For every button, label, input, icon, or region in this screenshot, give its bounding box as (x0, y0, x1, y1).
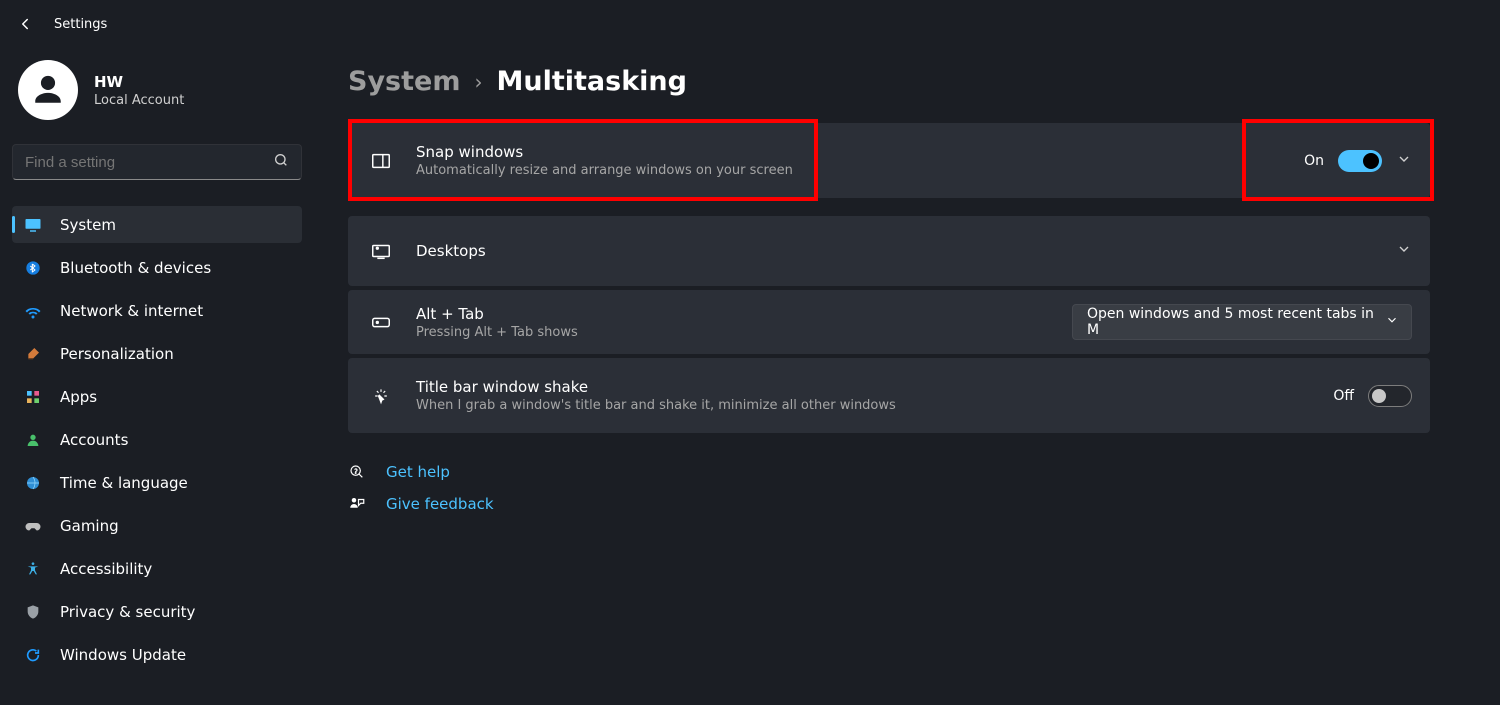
toggle-label: Off (1333, 388, 1354, 404)
user-name: HW (94, 73, 184, 91)
sidebar-item-label: Network & internet (60, 302, 203, 320)
sidebar-item-apps[interactable]: Apps (12, 378, 302, 415)
sidebar-item-label: Time & language (60, 474, 188, 492)
setting-subtitle: When I grab a window's title bar and sha… (416, 398, 1333, 413)
user-block[interactable]: HW Local Account (12, 56, 306, 138)
shake-icon (366, 386, 396, 406)
alt-tab-dropdown[interactable]: Open windows and 5 most recent tabs in M (1072, 304, 1412, 340)
bluetooth-icon (24, 259, 42, 277)
shield-icon (24, 603, 42, 621)
brush-icon (24, 345, 42, 363)
breadcrumb: System › Multitasking (348, 66, 1430, 97)
update-icon (24, 646, 42, 664)
chevron-down-icon[interactable] (1396, 151, 1412, 171)
sidebar-item-label: Personalization (60, 345, 174, 363)
sidebar-item-bluetooth[interactable]: Bluetooth & devices (12, 249, 302, 286)
search-icon (273, 152, 289, 172)
give-feedback-link[interactable]: Give feedback (348, 495, 1430, 513)
setting-title: Desktops (416, 236, 1396, 266)
avatar (18, 60, 78, 120)
setting-title: Alt + Tab (416, 305, 1072, 323)
get-help-link[interactable]: Get help (348, 463, 1430, 481)
feedback-icon (348, 495, 366, 513)
sidebar-item-network[interactable]: Network & internet (12, 292, 302, 329)
title-bar-shake-toggle[interactable] (1368, 385, 1412, 407)
link-label: Give feedback (386, 495, 494, 513)
alt-tab-icon (366, 311, 396, 333)
setting-subtitle: Automatically resize and arrange windows… (416, 163, 1304, 178)
sidebar-item-accounts[interactable]: Accounts (12, 421, 302, 458)
setting-snap-windows[interactable]: Snap windows Automatically resize and ar… (348, 123, 1430, 198)
chevron-down-icon[interactable] (1396, 241, 1412, 261)
sidebar-nav: System Bluetooth & devices Network & int… (12, 206, 302, 673)
sidebar-item-label: Privacy & security (60, 603, 195, 621)
sidebar-item-label: System (60, 216, 116, 234)
setting-alt-tab[interactable]: Alt + Tab Pressing Alt + Tab shows Open … (348, 290, 1430, 354)
sidebar-item-time[interactable]: Time & language (12, 464, 302, 501)
sidebar-item-accessibility[interactable]: Accessibility (12, 550, 302, 587)
sidebar-item-privacy[interactable]: Privacy & security (12, 593, 302, 630)
sidebar-item-label: Windows Update (60, 646, 186, 664)
accessibility-icon (24, 560, 42, 578)
chevron-down-icon (1385, 313, 1399, 331)
gamepad-icon (24, 517, 42, 535)
setting-title: Title bar window shake (416, 378, 1333, 396)
search-box[interactable] (12, 144, 302, 180)
link-label: Get help (386, 463, 450, 481)
help-icon (348, 464, 366, 480)
sidebar-item-label: Gaming (60, 517, 119, 535)
sidebar-item-label: Accessibility (60, 560, 152, 578)
dropdown-value: Open windows and 5 most recent tabs in M (1087, 306, 1385, 338)
setting-subtitle: Pressing Alt + Tab shows (416, 325, 1072, 340)
breadcrumb-parent[interactable]: System (348, 66, 460, 97)
sidebar-item-personalization[interactable]: Personalization (12, 335, 302, 372)
desktops-icon (366, 240, 396, 262)
sidebar-item-update[interactable]: Windows Update (12, 636, 302, 673)
sidebar-item-gaming[interactable]: Gaming (12, 507, 302, 544)
toggle-label: On (1304, 153, 1324, 169)
user-subtitle: Local Account (94, 93, 184, 108)
wifi-icon (24, 302, 42, 320)
sidebar-item-label: Apps (60, 388, 97, 406)
sidebar-item-system[interactable]: System (12, 206, 302, 243)
person-icon (24, 431, 42, 449)
globe-icon (24, 474, 42, 492)
page-title: Multitasking (496, 66, 686, 97)
setting-title-bar-shake[interactable]: Title bar window shake When I grab a win… (348, 358, 1430, 433)
sidebar-item-label: Accounts (60, 431, 128, 449)
display-icon (24, 216, 42, 234)
setting-title: Snap windows (416, 143, 1304, 161)
snap-windows-icon (366, 150, 396, 172)
snap-windows-toggle[interactable] (1338, 150, 1382, 172)
app-title: Settings (54, 17, 107, 32)
chevron-right-icon: › (474, 70, 482, 94)
sidebar-item-label: Bluetooth & devices (60, 259, 211, 277)
setting-desktops[interactable]: Desktops (348, 216, 1430, 286)
search-input[interactable] (25, 154, 273, 171)
apps-icon (24, 388, 42, 406)
back-button[interactable] (14, 13, 36, 35)
